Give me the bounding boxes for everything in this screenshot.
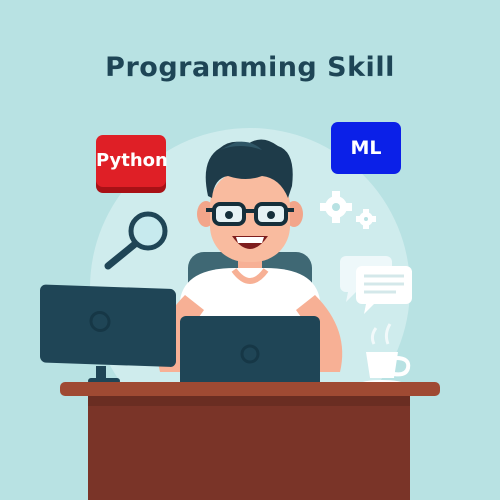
desk-top (60, 382, 440, 396)
desk-shadow (88, 396, 410, 406)
eye-right (267, 211, 275, 219)
monitor-stand (96, 366, 106, 380)
desk-body (88, 396, 410, 500)
ml-tag: ML (331, 122, 401, 174)
page-title: Programming Skill (105, 52, 395, 83)
illustration-scene: Programming Skill Python ML (0, 0, 500, 500)
python-tag: Python (96, 135, 168, 187)
monitor-group (40, 284, 176, 367)
laptop-screen (180, 316, 320, 392)
eye-left (225, 211, 233, 219)
teeth (236, 237, 264, 243)
